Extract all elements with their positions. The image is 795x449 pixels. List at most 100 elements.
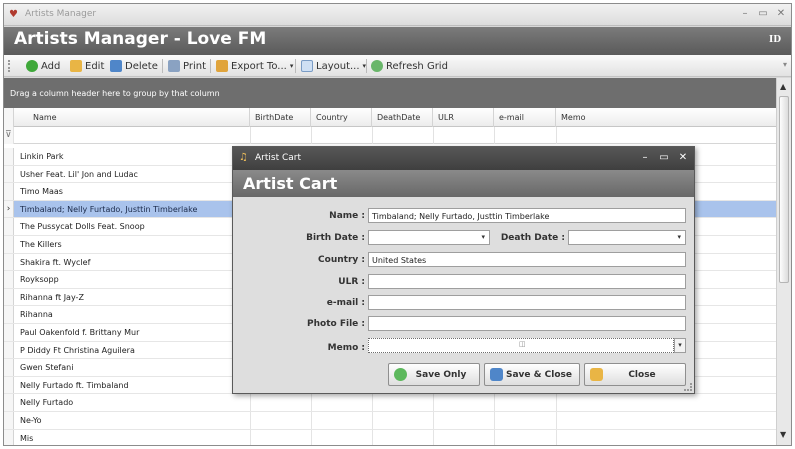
auto-filter-row[interactable]: ⊽ (4, 127, 776, 144)
table-row[interactable]: Ne-Yo (4, 411, 776, 430)
toolbar-separator (162, 59, 163, 73)
row-indicator[interactable]: › (4, 200, 14, 218)
edit-button[interactable]: Edit (70, 58, 104, 74)
artist-name-cell: P Diddy Ft Christina Aguilera (20, 345, 135, 355)
scroll-down-icon[interactable]: ▼ (780, 430, 786, 439)
artist-name-cell: Rihanna (20, 310, 53, 320)
column-header-country[interactable]: Country (311, 108, 372, 127)
row-indicator[interactable] (4, 235, 14, 253)
column-header-birthdate[interactable]: BirthDate (250, 108, 311, 127)
scroll-up-icon[interactable]: ▲ (780, 82, 786, 91)
row-indicator[interactable] (4, 411, 14, 429)
window-title: Artists Manager (25, 9, 97, 19)
save-only-label: Save Only (415, 370, 467, 380)
artist-name-cell: Nelly Furtado ft. Timbaland (20, 380, 129, 390)
dialog-title: Artist Cart (255, 153, 301, 163)
layout-label: Layout... (316, 60, 360, 72)
death-date-picker[interactable]: ▾ (568, 230, 686, 245)
group-panel[interactable]: Drag a column header here to group by th… (4, 78, 776, 108)
app-banner: Artists Manager - Love FM ID (4, 27, 791, 55)
name-label: Name : (329, 211, 365, 221)
birth-date-picker[interactable]: ▾ (368, 230, 490, 245)
row-indicator[interactable] (4, 359, 14, 376)
ulr-label: ULR : (338, 277, 365, 287)
photo-file-field[interactable] (368, 316, 686, 331)
chevron-down-icon[interactable]: ▾ (677, 233, 681, 241)
maximize-icon[interactable]: ▭ (756, 7, 770, 21)
minimize-icon[interactable]: – (738, 7, 752, 21)
artist-name-cell: Linkin Park (20, 152, 64, 161)
row-indicator[interactable] (4, 394, 14, 411)
artist-name-cell: Rihanna ft Jay-Z (20, 292, 84, 302)
print-label: Print (183, 60, 207, 72)
memo-field[interactable]: ◫ (368, 338, 674, 353)
column-header-ulr[interactable]: ULR (433, 108, 494, 127)
row-indicator[interactable] (4, 341, 14, 359)
save-only-button[interactable]: Save Only (388, 363, 480, 386)
row-indicator[interactable] (4, 218, 14, 235)
toolbar-separator (295, 59, 296, 73)
dialog-minimize-icon[interactable]: – (638, 151, 652, 165)
print-button[interactable]: Print (168, 58, 206, 74)
refresh-grid-button[interactable]: Refresh Grid (371, 58, 448, 74)
edit-icon (70, 60, 82, 72)
column-header-memo[interactable]: Memo (556, 108, 776, 127)
vertical-scrollbar[interactable]: ▲ ▼ (776, 78, 791, 445)
country-field[interactable]: United States (368, 252, 686, 267)
row-indicator[interactable] (4, 183, 14, 200)
layout-button[interactable]: Layout... ▾ (301, 58, 366, 74)
artist-name-cell: Paul Oakenfold f. Brittany Mur (20, 327, 140, 337)
banner-logo: ID (768, 35, 781, 45)
artist-name-cell: Shakira ft. Wyclef (20, 257, 91, 267)
scroll-thumb[interactable] (779, 96, 789, 283)
close-button[interactable]: Close (584, 363, 686, 386)
row-indicator[interactable] (4, 271, 14, 288)
save-and-close-button[interactable]: Save & Close (484, 363, 580, 386)
country-label: Country : (318, 255, 365, 265)
window-titlebar: ♥ Artists Manager – ▭ ✕ (4, 4, 791, 26)
toolbar-overflow-icon[interactable]: ▾ (783, 60, 787, 69)
memo-dropdown-button[interactable]: ▾ (674, 338, 686, 353)
toolbar-grip[interactable] (8, 60, 10, 72)
column-header-name[interactable]: Name (14, 108, 250, 127)
filter-icon: ⊽ (5, 130, 12, 140)
artist-name-cell: Timbaland; Nelly Furtado, Justtin Timber… (20, 204, 198, 214)
print-icon (168, 60, 180, 72)
photo-file-label: Photo File : (307, 319, 365, 329)
close-label: Close (628, 370, 656, 380)
artist-name-cell: Nelly Furtado (20, 398, 74, 408)
row-indicator[interactable] (4, 323, 14, 341)
header-gutter (4, 108, 14, 127)
app-icon: ♥ (9, 9, 18, 20)
chevron-down-icon: ▾ (289, 62, 294, 70)
row-indicator[interactable] (4, 148, 14, 165)
close-icon[interactable]: ✕ (774, 7, 788, 21)
ulr-field[interactable] (368, 274, 686, 289)
death-date-label: Death Date : (500, 233, 565, 243)
row-indicator[interactable] (4, 429, 14, 445)
row-indicator[interactable] (4, 376, 14, 394)
dialog-close-icon[interactable]: ✕ (676, 151, 690, 165)
export-icon (216, 60, 228, 72)
column-header-deathdate[interactable]: DeathDate (372, 108, 433, 127)
column-header-email[interactable]: e-mail (494, 108, 556, 127)
add-icon (26, 60, 38, 72)
grid-header: Name BirthDate Country DeathDate ULR e-m… (4, 108, 776, 127)
add-button[interactable]: Add (26, 58, 60, 74)
email-field[interactable] (368, 295, 686, 310)
table-row[interactable]: Mis (4, 429, 776, 445)
chevron-down-icon[interactable]: ▾ (481, 233, 485, 241)
add-label: Add (41, 60, 61, 72)
dialog-maximize-icon[interactable]: ▭ (657, 151, 671, 165)
name-field[interactable]: Timbaland; Nelly Furtado, Justtin Timber… (368, 208, 686, 223)
row-indicator[interactable] (4, 288, 14, 306)
toolbar-separator (210, 59, 211, 73)
resize-grip[interactable] (684, 383, 692, 391)
delete-button[interactable]: Delete (110, 58, 158, 74)
row-indicator[interactable] (4, 306, 14, 323)
table-row[interactable]: Nelly Furtado (4, 394, 776, 412)
row-indicator[interactable] (4, 253, 14, 271)
row-indicator[interactable] (4, 165, 14, 183)
export-button[interactable]: Export To... ▾ (216, 58, 293, 74)
dialog-app-icon: ♫ (239, 152, 248, 163)
